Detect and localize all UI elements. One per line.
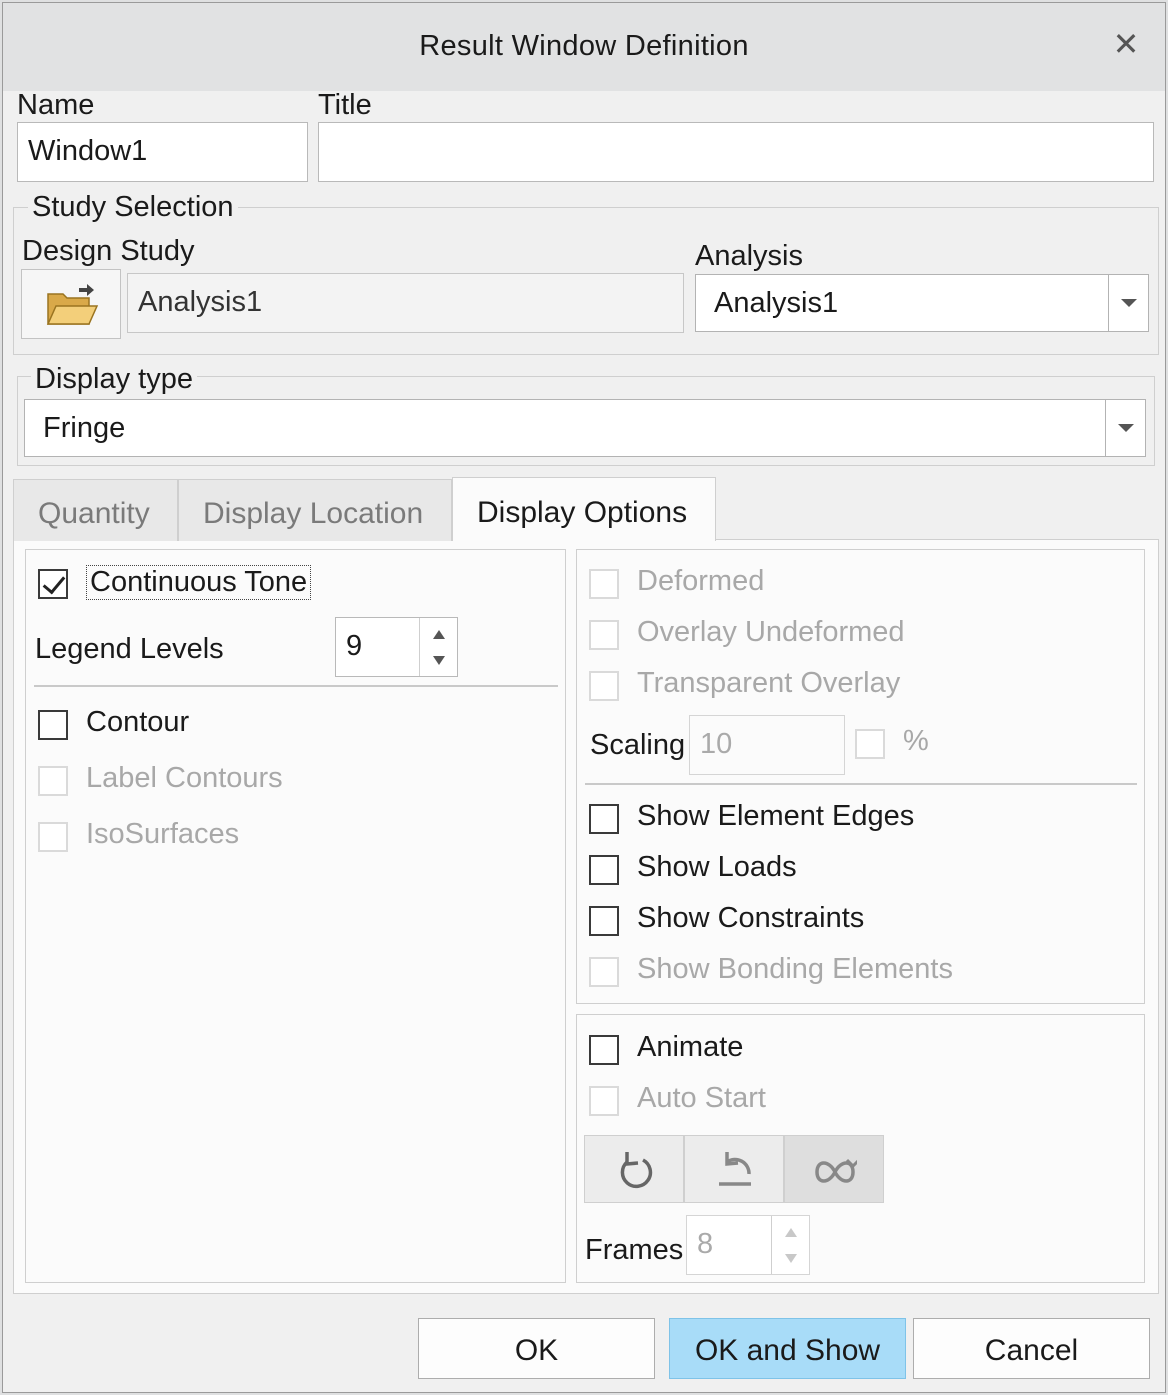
scaling-percent-row: % bbox=[855, 725, 945, 763]
auto-start-label: Auto Start bbox=[637, 1082, 766, 1114]
isosurfaces-row: IsoSurfaces bbox=[38, 818, 338, 856]
spinner-buttons bbox=[771, 1216, 809, 1274]
name-input[interactable]: Window1 bbox=[17, 122, 308, 182]
title-bar: Result Window Definition ✕ bbox=[3, 3, 1165, 91]
transparent-overlay-label: Transparent Overlay bbox=[637, 667, 901, 699]
show-element-edges-row[interactable]: Show Element Edges bbox=[589, 800, 989, 838]
deformed-label: Deformed bbox=[637, 565, 765, 597]
spin-down-icon bbox=[785, 1254, 797, 1263]
show-constraints-label: Show Constraints bbox=[637, 902, 865, 934]
isosurfaces-checkbox bbox=[38, 822, 68, 852]
show-constraints-row[interactable]: Show Constraints bbox=[589, 902, 989, 940]
auto-start-checkbox bbox=[589, 1086, 619, 1116]
analysis-select[interactable]: Analysis1 bbox=[695, 274, 1149, 332]
auto-start-row: Auto Start bbox=[589, 1082, 889, 1120]
label-contours-checkbox bbox=[38, 766, 68, 796]
name-label: Name bbox=[17, 89, 95, 121]
tab-quantity[interactable]: Quantity bbox=[13, 479, 178, 541]
deformed-row: Deformed bbox=[589, 565, 989, 603]
ok-button[interactable]: OK bbox=[418, 1318, 655, 1379]
reverse-button[interactable] bbox=[684, 1135, 784, 1203]
chevron-down-icon bbox=[1121, 299, 1137, 307]
frames-spinner: 8 bbox=[686, 1215, 810, 1275]
tab-display-location[interactable]: Display Location bbox=[178, 479, 452, 541]
scaling-input: 10 bbox=[689, 715, 845, 775]
scaling-percent-checkbox bbox=[855, 729, 885, 759]
continuous-tone-label: Continuous Tone bbox=[86, 565, 312, 600]
spin-up-icon bbox=[785, 1228, 797, 1237]
show-element-edges-label: Show Element Edges bbox=[637, 800, 915, 832]
title-label: Title bbox=[318, 89, 372, 121]
design-study-label: Design Study bbox=[22, 235, 195, 267]
continuous-tone-row[interactable]: Continuous Tone bbox=[38, 565, 338, 603]
reverse-icon bbox=[719, 1152, 751, 1186]
open-design-study-button[interactable] bbox=[21, 269, 121, 339]
display-type-dropdown-button[interactable] bbox=[1105, 400, 1145, 456]
show-element-edges-checkbox[interactable] bbox=[589, 804, 619, 834]
result-window-definition-dialog: Result Window Definition ✕ Name Title Wi… bbox=[2, 2, 1166, 1393]
spin-down-icon[interactable] bbox=[433, 656, 445, 665]
show-loads-label: Show Loads bbox=[637, 851, 797, 883]
dialog-title: Result Window Definition bbox=[419, 30, 749, 62]
overlay-undeformed-checkbox bbox=[589, 620, 619, 650]
display-type-legend: Display type bbox=[31, 363, 197, 396]
contour-label: Contour bbox=[86, 706, 190, 738]
show-loads-checkbox[interactable] bbox=[589, 855, 619, 885]
study-selection-legend: Study Selection bbox=[28, 191, 238, 224]
cancel-button[interactable]: Cancel bbox=[913, 1318, 1150, 1379]
legend-levels-label: Legend Levels bbox=[35, 633, 224, 665]
label-contours-label: Label Contours bbox=[86, 762, 283, 794]
overlay-undeformed-label: Overlay Undeformed bbox=[637, 616, 905, 648]
contour-checkbox[interactable] bbox=[38, 710, 68, 740]
overlay-undeformed-row: Overlay Undeformed bbox=[589, 616, 989, 654]
show-bonding-elements-row: Show Bonding Elements bbox=[589, 953, 1009, 991]
title-input[interactable] bbox=[318, 122, 1154, 182]
analysis-label: Analysis bbox=[695, 240, 803, 272]
analysis-select-value: Analysis1 bbox=[714, 287, 839, 319]
animate-checkbox[interactable] bbox=[589, 1035, 619, 1065]
repeat-button[interactable] bbox=[584, 1135, 684, 1203]
display-type-value: Fringe bbox=[43, 412, 126, 444]
animate-row[interactable]: Animate bbox=[589, 1031, 889, 1069]
folder-open-icon bbox=[46, 284, 99, 325]
legend-levels-spinner[interactable]: 9 bbox=[335, 617, 458, 677]
spin-up-icon[interactable] bbox=[433, 630, 445, 639]
tab-display-options[interactable]: Display Options bbox=[452, 477, 716, 541]
transparent-overlay-checkbox bbox=[589, 671, 619, 701]
legend-levels-value: 9 bbox=[346, 630, 363, 662]
ping-pong-button[interactable] bbox=[784, 1135, 884, 1203]
frames-label: Frames bbox=[585, 1234, 684, 1266]
show-bonding-elements-checkbox bbox=[589, 957, 619, 987]
scaling-percent-label: % bbox=[903, 725, 929, 757]
frames-value: 8 bbox=[697, 1228, 714, 1260]
chevron-down-icon bbox=[1118, 424, 1134, 432]
spinner-buttons bbox=[419, 618, 457, 676]
ping-pong-icon bbox=[815, 1158, 857, 1183]
label-contours-row: Label Contours bbox=[38, 762, 338, 800]
display-type-select[interactable]: Fringe bbox=[24, 399, 1146, 457]
analysis-dropdown-button[interactable] bbox=[1108, 275, 1148, 331]
contour-row[interactable]: Contour bbox=[38, 706, 338, 744]
animation-mode-buttons bbox=[584, 1135, 884, 1203]
close-icon[interactable]: ✕ bbox=[1111, 28, 1141, 60]
design-study-field: Analysis1 bbox=[127, 273, 684, 333]
deformed-checkbox bbox=[589, 569, 619, 599]
continuous-tone-checkbox[interactable] bbox=[38, 569, 68, 599]
transparent-overlay-row: Transparent Overlay bbox=[589, 667, 989, 705]
divider bbox=[34, 685, 558, 687]
animate-label: Animate bbox=[637, 1031, 744, 1063]
repeat-icon bbox=[620, 1152, 653, 1189]
scaling-label: Scaling bbox=[590, 729, 686, 761]
divider bbox=[585, 783, 1137, 785]
show-constraints-checkbox[interactable] bbox=[589, 906, 619, 936]
show-loads-row[interactable]: Show Loads bbox=[589, 851, 989, 889]
isosurfaces-label: IsoSurfaces bbox=[86, 818, 240, 850]
ok-and-show-button[interactable]: OK and Show bbox=[669, 1318, 906, 1379]
show-bonding-elements-label: Show Bonding Elements bbox=[637, 953, 953, 985]
